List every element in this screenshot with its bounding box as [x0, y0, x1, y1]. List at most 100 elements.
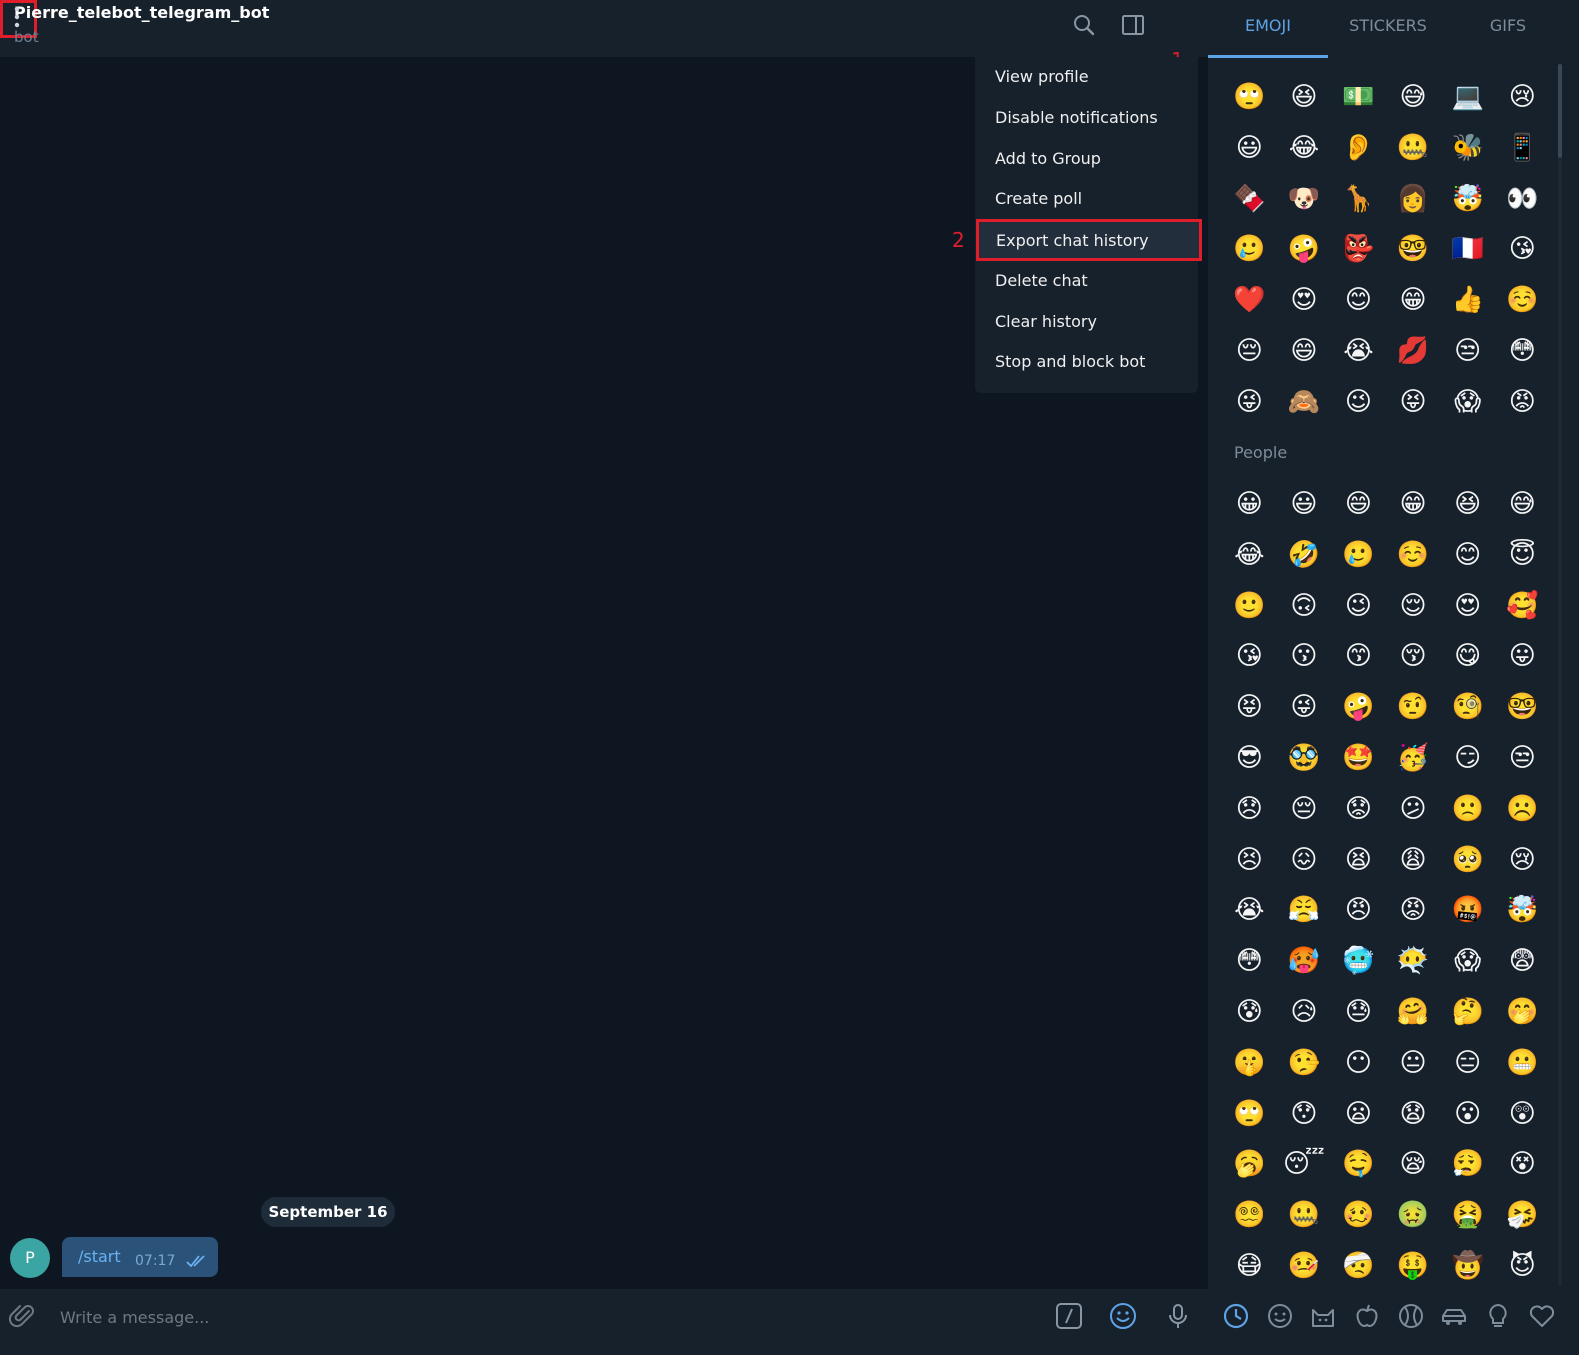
- emoji-cell[interactable]: 😄: [1331, 479, 1386, 530]
- emoji-cell[interactable]: 🤪: [1277, 224, 1332, 275]
- emoji-cell[interactable]: 🙂: [1222, 581, 1277, 632]
- emoji-cell[interactable]: 🧐: [1440, 682, 1495, 733]
- emoji-cell[interactable]: 😲: [1495, 1089, 1550, 1140]
- emoji-cell[interactable]: 🤮: [1440, 1190, 1495, 1241]
- emoji-cell[interactable]: 📱: [1495, 123, 1550, 174]
- scrollbar-track[interactable]: [1558, 64, 1562, 1286]
- emoji-cell[interactable]: 🤐: [1386, 123, 1441, 174]
- emoji-cell[interactable]: 😵: [1495, 1139, 1550, 1190]
- emoji-cell[interactable]: 😆: [1277, 72, 1332, 123]
- emoji-cell[interactable]: ☹️: [1495, 784, 1550, 835]
- emoji-cell[interactable]: 🤪: [1331, 682, 1386, 733]
- emoji-cell[interactable]: 😅: [1386, 72, 1441, 123]
- emoji-cell[interactable]: 😨: [1495, 936, 1550, 987]
- emoji-cell[interactable]: 🤑: [1386, 1241, 1441, 1288]
- clock-icon[interactable]: [1222, 1302, 1250, 1330]
- emoji-cell[interactable]: 😃: [1277, 479, 1332, 530]
- emoji-cell[interactable]: 🇫🇷: [1440, 224, 1495, 275]
- emoji-cell[interactable]: 🤕: [1331, 1241, 1386, 1288]
- emoji-icon[interactable]: [1109, 1302, 1137, 1330]
- emoji-cell[interactable]: 🤔: [1440, 987, 1495, 1038]
- emoji-cell[interactable]: 😮‍💨: [1440, 1139, 1495, 1190]
- emoji-cell[interactable]: 😏: [1440, 733, 1495, 784]
- emoji-cell[interactable]: 🤤: [1331, 1139, 1386, 1190]
- emoji-cell[interactable]: 🐝: [1440, 123, 1495, 174]
- emoji-cell[interactable]: 🥶: [1331, 936, 1386, 987]
- emoji-cell[interactable]: 😘: [1222, 631, 1277, 682]
- emoji-cell[interactable]: 😋: [1440, 631, 1495, 682]
- emoji-cell[interactable]: 😐: [1386, 1038, 1441, 1089]
- emoji-cell[interactable]: 😝: [1222, 682, 1277, 733]
- message-text[interactable]: /start: [78, 1247, 121, 1266]
- emoji-cell[interactable]: ☺️: [1495, 275, 1550, 326]
- menu-item-view-profile[interactable]: View profile: [975, 57, 1198, 97]
- emoji-cell[interactable]: 😭: [1331, 326, 1386, 377]
- emoji-cell[interactable]: 🤐: [1277, 1190, 1332, 1241]
- emoji-cell[interactable]: 😪: [1386, 1139, 1441, 1190]
- emoji-cell[interactable]: 🤩: [1331, 733, 1386, 784]
- emoji-cell[interactable]: 🍫: [1222, 174, 1277, 225]
- emoji-cell[interactable]: 😮: [1440, 1089, 1495, 1140]
- emoji-cell[interactable]: 🙈: [1277, 377, 1332, 428]
- emoji-cell[interactable]: 😎: [1222, 733, 1277, 784]
- emoji-cell[interactable]: 😚: [1386, 631, 1441, 682]
- emoji-cell[interactable]: 🤫: [1222, 1038, 1277, 1089]
- emoji-cell[interactable]: 😔: [1277, 784, 1332, 835]
- emoji-cell[interactable]: 🐶: [1277, 174, 1332, 225]
- tab-stickers[interactable]: STICKERS: [1328, 0, 1448, 58]
- emoji-scroll-area[interactable]: 🙄 😆 💵 😅 💻 😢😃 😂 👂 🤐 🐝 📱🍫 🐶 🦒 👩 🤯 👀🥲 🤪 👺 🤓 🇫🇷 😘❤️ 😍 😊 😁 👍 ☺️😔 😄 😭 💋 😒 😳😜…: [1208, 58, 1579, 1288]
- menu-item-create-poll[interactable]: Create poll: [975, 179, 1198, 219]
- emoji-cell[interactable]: 🙃: [1277, 581, 1332, 632]
- emoji-cell[interactable]: 👺: [1331, 224, 1386, 275]
- emoji-cell[interactable]: 💻: [1440, 72, 1495, 123]
- emoji-cell[interactable]: 😣: [1222, 835, 1277, 886]
- emoji-cell[interactable]: 😜: [1222, 377, 1277, 428]
- message-input[interactable]: [58, 1303, 962, 1331]
- bulb-icon[interactable]: [1484, 1302, 1512, 1330]
- heart-icon[interactable]: [1528, 1302, 1556, 1330]
- emoji-cell[interactable]: 😉: [1331, 377, 1386, 428]
- emoji-cell[interactable]: 🤬: [1440, 885, 1495, 936]
- emoji-cell[interactable]: 👀: [1495, 174, 1550, 225]
- emoji-cell[interactable]: 🙄: [1222, 1089, 1277, 1140]
- menu-item-disable-notifications[interactable]: Disable notifications: [975, 98, 1198, 138]
- emoji-cell[interactable]: 😒: [1440, 326, 1495, 377]
- emoji-cell[interactable]: 😞: [1222, 784, 1277, 835]
- emoji-cell[interactable]: 😷: [1222, 1241, 1277, 1288]
- emoji-cell[interactable]: 😈: [1495, 1241, 1550, 1288]
- cat-icon[interactable]: [1309, 1302, 1337, 1330]
- emoji-cell[interactable]: 😑: [1440, 1038, 1495, 1089]
- emoji-cell[interactable]: 😊: [1331, 275, 1386, 326]
- emoji-cell[interactable]: 🤯: [1495, 885, 1550, 936]
- paperclip-icon[interactable]: [9, 1302, 37, 1330]
- emoji-cell[interactable]: 😂: [1277, 123, 1332, 174]
- emoji-cell[interactable]: 😢: [1495, 72, 1550, 123]
- emoji-cell[interactable]: 🥲: [1331, 530, 1386, 581]
- emoji-cell[interactable]: 🤢: [1386, 1190, 1441, 1241]
- emoji-cell[interactable]: 😙: [1331, 631, 1386, 682]
- emoji-cell[interactable]: 🙁: [1440, 784, 1495, 835]
- emoji-cell[interactable]: 😉: [1331, 581, 1386, 632]
- car-icon[interactable]: [1440, 1302, 1468, 1330]
- menu-item-delete-chat[interactable]: Delete chat: [975, 261, 1198, 301]
- emoji-cell[interactable]: 😔: [1222, 326, 1277, 377]
- emoji-cell[interactable]: 😂: [1222, 530, 1277, 581]
- menu-item-export-chat-history[interactable]: Export chat history: [976, 219, 1202, 261]
- emoji-cell[interactable]: 😳: [1495, 326, 1550, 377]
- tab-gifs[interactable]: GIFS: [1448, 0, 1568, 58]
- emoji-cell[interactable]: 🥸: [1277, 733, 1332, 784]
- emoji-cell[interactable]: 😃: [1222, 123, 1277, 174]
- chat-title[interactable]: Pierre_telebot_telegram_bot: [14, 3, 269, 22]
- emoji-cell[interactable]: 🤯: [1440, 174, 1495, 225]
- emoji-cell[interactable]: 😘: [1495, 224, 1550, 275]
- emoji-cell[interactable]: 🤓: [1495, 682, 1550, 733]
- emoji-cell[interactable]: 😫: [1331, 835, 1386, 886]
- emoji-cell[interactable]: 😄: [1277, 326, 1332, 377]
- emoji-cell[interactable]: 😡: [1495, 377, 1550, 428]
- emoji-cell[interactable]: 🥰: [1495, 581, 1550, 632]
- emoji-cell[interactable]: 🤒: [1277, 1241, 1332, 1288]
- emoji-cell[interactable]: 😊: [1440, 530, 1495, 581]
- apple-icon[interactable]: [1353, 1302, 1381, 1330]
- emoji-cell[interactable]: 🤨: [1386, 682, 1441, 733]
- emoji-cell[interactable]: 😁: [1386, 275, 1441, 326]
